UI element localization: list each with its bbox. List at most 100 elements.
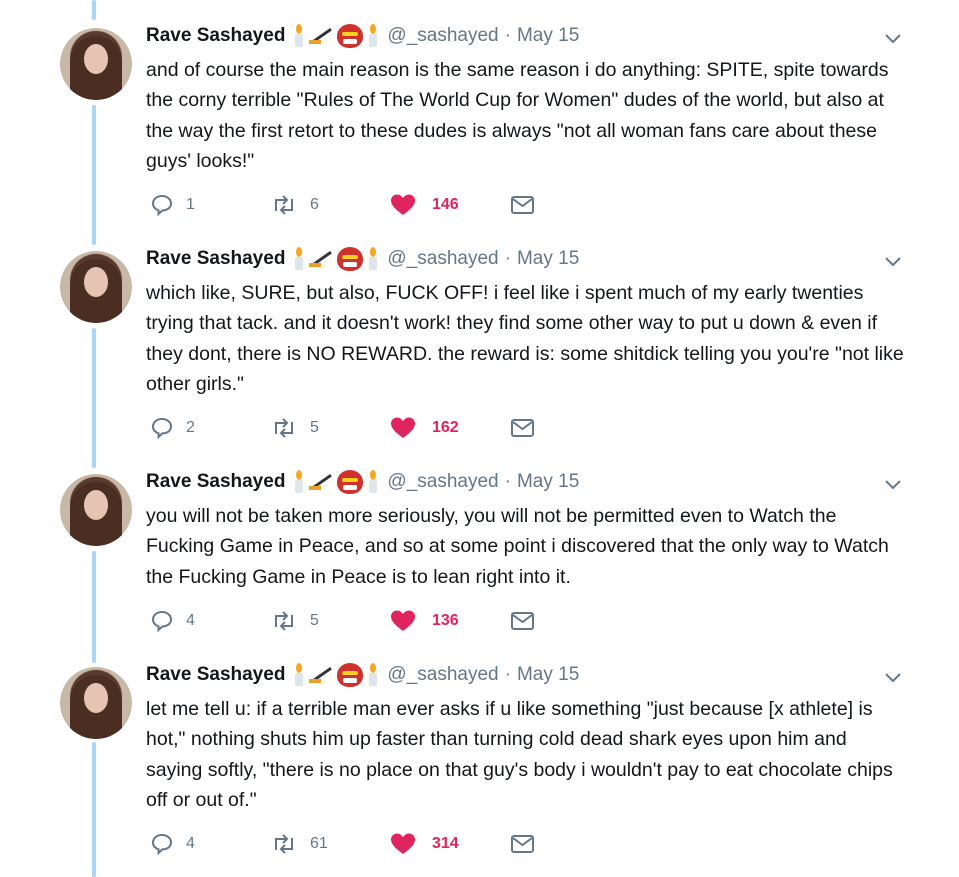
candle-icon [293,470,305,494]
tweet-actions: 1 6 146 [146,190,566,220]
envelope-icon [511,835,534,853]
oni-mask-icon [337,470,364,494]
retweet-button[interactable]: 5 [270,606,319,636]
heart-icon [391,833,415,854]
like-button[interactable]: 162 [390,413,459,443]
chevron-down-icon[interactable] [883,28,903,48]
reply-button[interactable]: 2 [150,413,195,443]
author-name[interactable]: Rave Sashayed [146,248,285,270]
oni-mask-icon [337,663,364,687]
retweet-button[interactable]: 61 [270,829,328,859]
author-name[interactable]: Rave Sashayed [146,25,285,47]
author-name[interactable]: Rave Sashayed [146,664,285,686]
tweet-date[interactable]: May 15 [517,664,579,686]
tweet-text: let me tell u: if a terrible man ever as… [146,698,893,811]
name-emoji [293,24,379,48]
separator-dot: · [504,25,511,46]
author-handle[interactable]: @_sashayed [387,664,498,686]
author-name[interactable]: Rave Sashayed [146,471,285,493]
reply-count: 2 [186,419,195,436]
retweet-icon [275,611,293,631]
reply-count: 4 [186,612,195,629]
author-handle[interactable]: @_sashayed [387,471,498,493]
reply-button[interactable]: 1 [150,190,195,220]
separator-dot: · [504,471,511,492]
tweet-text: and of course the main reason is the sam… [146,59,889,172]
avatar[interactable] [60,474,132,546]
direct-message-button[interactable] [510,606,536,636]
author-handle[interactable]: @_sashayed [387,248,498,270]
reply-icon [151,194,173,217]
name-emoji [293,663,379,687]
direct-message-button[interactable] [510,190,536,220]
retweet-count: 6 [310,196,319,213]
tweet-actions: 4 5 136 [146,606,566,636]
candle-icon [367,247,379,271]
reply-icon [151,610,173,633]
separator-dot: · [504,664,511,685]
candle-icon [293,24,305,48]
hockey-stick-icon [309,26,333,46]
tweet-date[interactable]: May 15 [517,471,579,493]
tweet-date[interactable]: May 15 [517,25,579,47]
tweet-actions: 4 61 314 [146,829,566,859]
like-button[interactable]: 146 [390,190,459,220]
retweet-icon [275,418,293,438]
like-button[interactable]: 136 [390,606,459,636]
heart-icon [391,610,415,631]
heart-icon [391,194,415,215]
hockey-stick-icon [309,472,333,492]
avatar[interactable] [60,28,132,100]
like-count: 162 [432,419,459,436]
reply-icon [151,833,173,856]
tweet-header: Rave Sashayed @_sashayed · May 15 [146,22,579,50]
tweet-header: Rave Sashayed @_sashayed · May 15 [146,245,579,273]
direct-message-button[interactable] [510,413,536,443]
retweet-button[interactable]: 5 [270,413,319,443]
heart-icon [391,417,415,438]
reply-count: 1 [186,196,195,213]
candle-icon [367,663,379,687]
chevron-down-icon[interactable] [883,474,903,494]
oni-mask-icon [337,247,364,271]
tweet-actions: 2 5 162 [146,413,566,443]
tweet[interactable]: Rave Sashayed @_sashayed · May 15 let me… [0,639,959,862]
tweet-date[interactable]: May 15 [517,248,579,270]
like-count: 314 [432,835,459,852]
tweet[interactable]: Rave Sashayed @_sashayed · May 15 you wi… [0,446,959,669]
avatar[interactable] [60,251,132,323]
like-count: 146 [432,196,459,213]
retweet-count: 5 [310,419,319,436]
candle-icon [367,470,379,494]
candle-icon [293,663,305,687]
separator-dot: · [504,248,511,269]
retweet-icon [275,834,293,854]
retweet-count: 5 [310,612,319,629]
direct-message-button[interactable] [510,829,536,859]
tweet-text: you will not be taken more seriously, yo… [146,505,889,588]
chevron-down-icon[interactable] [883,251,903,271]
reply-icon [151,417,173,440]
hockey-stick-icon [309,249,333,269]
author-handle[interactable]: @_sashayed [387,25,498,47]
name-emoji [293,470,379,494]
like-button[interactable]: 314 [390,829,459,859]
avatar[interactable] [60,667,132,739]
envelope-icon [511,419,534,437]
candle-icon [293,247,305,271]
tweet-header: Rave Sashayed @_sashayed · May 15 [146,661,579,689]
retweet-count: 61 [310,835,328,852]
hockey-stick-icon [309,665,333,685]
retweet-button[interactable]: 6 [270,190,319,220]
reply-count: 4 [186,835,195,852]
tweet[interactable]: Rave Sashayed @_sashayed · May 15 which … [0,223,959,446]
chevron-down-icon[interactable] [883,667,903,687]
reply-button[interactable]: 4 [150,606,195,636]
candle-icon [367,24,379,48]
envelope-icon [511,196,534,214]
tweet-text: which like, SURE, but also, FUCK OFF! i … [146,282,904,395]
reply-button[interactable]: 4 [150,829,195,859]
tweet[interactable]: Rave Sashayed @_sashayed · May 15 and of… [0,0,959,223]
tweet-header: Rave Sashayed @_sashayed · May 15 [146,468,579,496]
retweet-icon [275,195,293,215]
